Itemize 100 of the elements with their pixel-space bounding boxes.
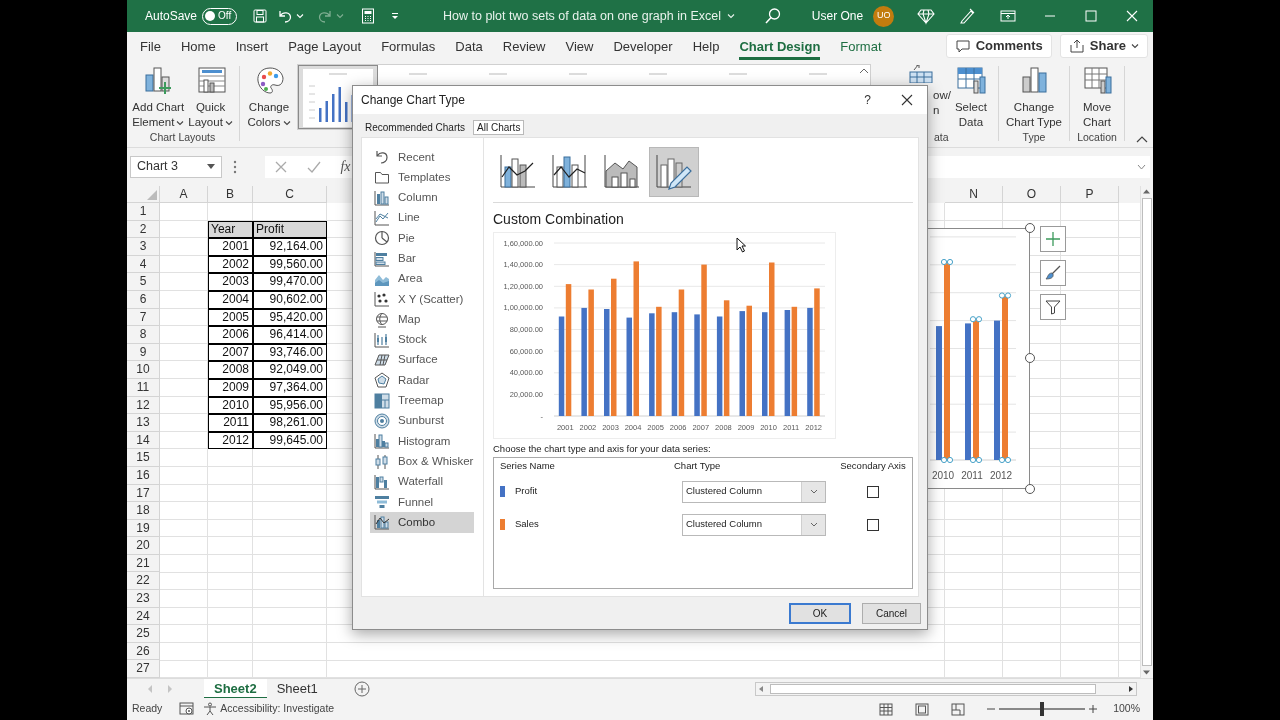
add-sheet-icon[interactable] <box>353 680 370 697</box>
chart-type-item[interactable]: Area <box>370 268 474 290</box>
letter-heading[interactable]: O <box>1003 186 1061 203</box>
ribbon-button[interactable]: Quick Layout <box>186 65 235 130</box>
row-number[interactable]: 20 <box>127 537 160 555</box>
name-box[interactable]: Chart 3 <box>130 155 222 178</box>
normal-view-icon[interactable] <box>879 702 894 716</box>
chart-type-item[interactable]: Recent <box>370 147 474 168</box>
accessibility-status[interactable]: Accessibility: Investigate <box>220 701 335 717</box>
chart-type-item[interactable]: Line <box>370 207 474 229</box>
chart-type-item[interactable]: Sunburst <box>370 410 474 432</box>
more-options-icon[interactable] <box>233 159 237 174</box>
diamond-icon[interactable] <box>916 7 935 25</box>
calculator-icon[interactable] <box>361 8 376 24</box>
chart-type-item[interactable]: Treemap <box>370 390 474 411</box>
chart-type-item[interactable]: Histogram <box>370 431 474 452</box>
row-number[interactable]: 23 <box>127 590 160 608</box>
sheet-tab[interactable]: Sheet2 <box>204 678 267 699</box>
ribbon-tab[interactable]: Home <box>170 32 226 60</box>
checkmark-icon[interactable] <box>307 159 322 174</box>
ribbon-tab[interactable]: Formulas <box>371 32 446 60</box>
chart-type-dropdown[interactable]: Clustered Column <box>682 513 826 536</box>
ribbon-tab[interactable]: Page Layout <box>278 32 372 60</box>
secondary-axis-checkbox[interactable] <box>867 485 879 498</box>
help-button[interactable]: ? <box>864 91 871 109</box>
row-number[interactable]: 10 <box>127 361 160 379</box>
page-break-icon[interactable] <box>951 702 966 716</box>
row-number[interactable]: 22 <box>127 572 160 591</box>
undo-icon[interactable] <box>277 8 294 24</box>
resize-handle[interactable] <box>1025 353 1035 363</box>
row-number[interactable]: 8 <box>127 326 160 344</box>
letter-heading[interactable]: P <box>1061 186 1119 203</box>
chart-subtype-button[interactable] <box>649 147 699 197</box>
redo-icon[interactable] <box>317 8 334 24</box>
zoom-level[interactable]: 100% <box>1113 701 1140 717</box>
ok-button[interactable]: OK <box>789 603 851 624</box>
resize-handle[interactable] <box>1025 484 1035 494</box>
row-number[interactable]: 5 <box>127 273 160 291</box>
scrollbar-thumb[interactable] <box>1142 198 1152 666</box>
ribbon-button[interactable]: Change Colors <box>245 65 293 130</box>
macro-recording-icon[interactable] <box>179 702 196 716</box>
letter-heading[interactable]: B <box>208 186 253 203</box>
ribbon-tab[interactable]: Review <box>492 32 556 60</box>
save-icon[interactable] <box>252 8 269 24</box>
letter-heading[interactable]: C <box>253 186 327 203</box>
pen-icon[interactable] <box>958 7 977 25</box>
collapse-ribbon-icon[interactable] <box>1136 135 1148 143</box>
chart-type-item[interactable]: Bar <box>370 248 474 269</box>
row-number[interactable]: 3 <box>127 238 160 256</box>
page-layout-icon[interactable] <box>915 702 930 716</box>
ribbon-button[interactable]: Move Chart <box>1080 65 1114 130</box>
search-icon[interactable] <box>763 7 782 25</box>
ribbon-tab[interactable]: Format <box>830 32 892 60</box>
chart-type-item[interactable]: Radar <box>370 370 474 391</box>
chart-type-item[interactable]: Waterfall <box>370 471 474 493</box>
chart-type-item[interactable]: Column <box>370 187 474 208</box>
ribbon-tab[interactable]: Developer <box>603 32 683 60</box>
chart-type-item[interactable]: Box & Whisker <box>370 451 474 472</box>
chart-type-item[interactable]: Pie <box>370 228 474 249</box>
comments-button[interactable]: Comments <box>945 34 1052 58</box>
zoom-slider-thumb[interactable] <box>1040 702 1045 716</box>
zoom-in-icon[interactable] <box>1089 705 1098 713</box>
insert-function-button[interactable]: fx <box>340 156 351 177</box>
customize-icon[interactable] <box>390 11 401 21</box>
ribbon-tab[interactable]: File <box>130 32 171 60</box>
chart-type-item[interactable]: Surface <box>370 349 474 371</box>
zoom-out-icon[interactable] <box>987 705 996 713</box>
ribbon-button[interactable]: Select Data <box>952 65 989 130</box>
chart-side-button[interactable] <box>1040 294 1066 320</box>
close-button[interactable] <box>901 94 913 106</box>
chart-type-item[interactable]: X Y (Scatter) <box>370 289 474 310</box>
scrollbar-thumb[interactable] <box>770 683 1096 694</box>
ribbon-tab[interactable]: View <box>555 32 604 60</box>
letter-heading[interactable]: A <box>160 186 208 203</box>
ribbon-button[interactable]: Change Chart Type <box>1003 65 1064 130</box>
row-number[interactable]: 13 <box>127 414 160 432</box>
chart-type-item[interactable]: Funnel <box>370 492 474 513</box>
screen-icon[interactable] <box>999 7 1018 25</box>
chart-type-item[interactable]: Combo <box>370 512 474 533</box>
row-number[interactable]: 1 <box>127 203 160 221</box>
row-number[interactable]: 27 <box>127 660 160 679</box>
share-button[interactable]: Share <box>1059 34 1148 58</box>
ribbon-button[interactable]: Add Chart Element <box>130 65 187 130</box>
expand-icon[interactable] <box>1137 163 1146 170</box>
ribbon-tab[interactable]: Insert <box>225 32 279 60</box>
resize-handle[interactable] <box>1025 223 1035 233</box>
dialog-tab[interactable]: All Charts <box>473 119 525 135</box>
chart-side-button[interactable] <box>1040 260 1066 286</box>
accessibility-icon[interactable] <box>203 702 218 716</box>
chart-type-dropdown[interactable]: Clustered Column <box>682 480 826 503</box>
row-number[interactable]: 18 <box>127 502 160 520</box>
cancel-icon[interactable] <box>274 159 289 174</box>
cancel-button[interactable]: Cancel <box>862 603 921 624</box>
chart-type-item[interactable]: Map <box>370 309 474 330</box>
chart-type-item[interactable]: Templates <box>370 167 474 188</box>
secondary-axis-checkbox[interactable] <box>867 518 879 531</box>
dialog-tab[interactable]: Recommended Charts <box>361 119 470 135</box>
ribbon-tab[interactable]: Help <box>682 32 730 60</box>
letter-heading[interactable]: N <box>945 186 1003 203</box>
ribbon-tab[interactable]: Data <box>445 32 493 60</box>
